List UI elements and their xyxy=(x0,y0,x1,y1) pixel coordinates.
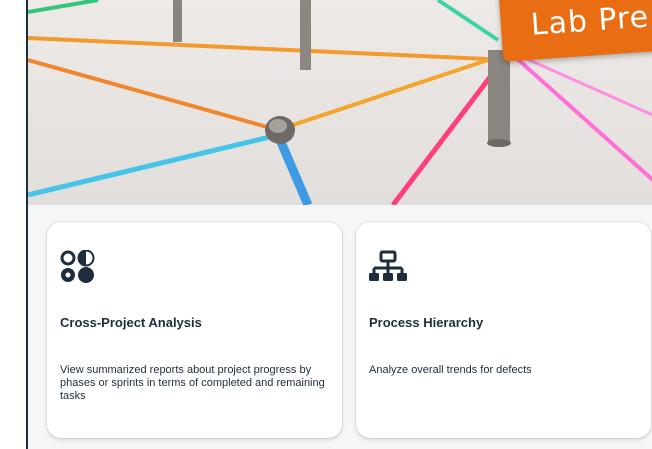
launchpad-frame: Lab Pre Cross-Project Analysis View summ… xyxy=(26,0,652,449)
card-cross-project-analysis[interactable]: Cross-Project Analysis View summarized r… xyxy=(47,222,342,438)
card-description: Analyze overall trends for defects xyxy=(369,364,532,376)
card-title: Cross-Project Analysis xyxy=(60,315,202,330)
ribbon-text: Lab Pre xyxy=(529,0,651,43)
hierarchy-icon xyxy=(369,250,407,281)
card-description: View summarized reports about project pr… xyxy=(60,364,325,402)
card-title: Process Hierarchy xyxy=(369,315,484,330)
analysis-circles-icon xyxy=(60,250,95,283)
card-process-hierarchy[interactable]: Process Hierarchy Analyze overall trends… xyxy=(356,222,651,438)
lab-preview-ribbon: Lab Pre xyxy=(498,0,652,62)
hero-banner: Lab Pre xyxy=(28,0,652,205)
